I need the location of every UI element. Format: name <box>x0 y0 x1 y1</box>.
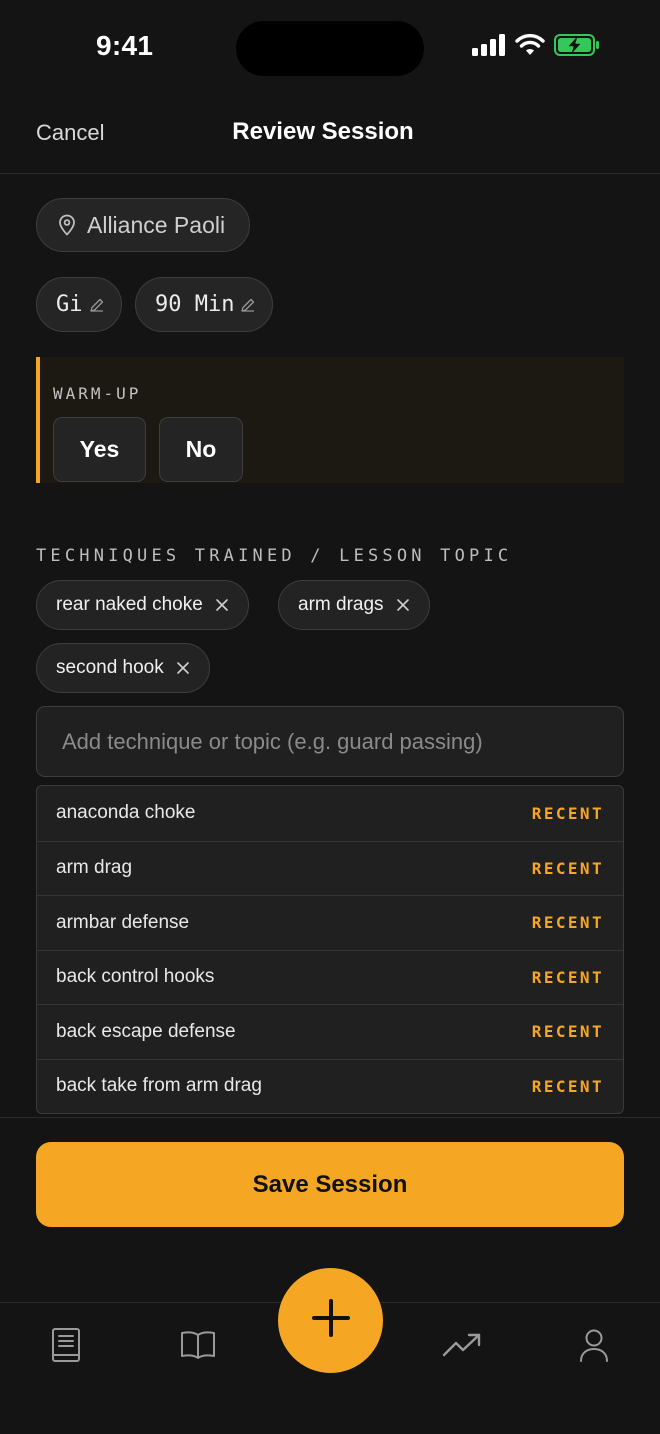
technique-chip-label: rear naked choke <box>56 594 203 615</box>
suggestion-item[interactable]: arm drag RECENT <box>37 840 623 896</box>
progress-icon <box>442 1332 482 1363</box>
recent-tag: RECENT <box>531 913 604 933</box>
suggestion-item[interactable]: back control hooks RECENT <box>37 949 623 1005</box>
tab-journal[interactable] <box>44 1325 88 1369</box>
duration-pill[interactable]: 90 Min <box>135 277 274 332</box>
location-label: Alliance Paoli <box>87 211 226 238</box>
location-pill[interactable]: Alliance Paoli <box>36 198 251 252</box>
signal-icon <box>472 34 506 61</box>
pencil-icon <box>240 297 256 313</box>
dynamic-island <box>236 21 424 76</box>
suggestion-item[interactable]: armbar defense RECENT <box>37 895 623 950</box>
tab-profile[interactable] <box>572 1325 616 1369</box>
status-icons <box>472 34 600 61</box>
suggestion-name: back take from arm drag <box>56 1075 262 1097</box>
save-session-button[interactable]: Save Session <box>36 1142 624 1227</box>
suggestion-name: armbar defense <box>56 911 190 933</box>
remove-chip-icon[interactable] <box>215 598 229 612</box>
page-title: Review Session <box>232 118 414 145</box>
recent-tag: RECENT <box>531 1022 604 1042</box>
technique-chip: rear naked choke <box>36 580 249 630</box>
wifi-icon <box>515 34 545 61</box>
suggestion-name: arm drag <box>56 857 133 879</box>
technique-input[interactable] <box>36 706 624 777</box>
divider <box>0 1117 660 1118</box>
profile-icon <box>579 1328 609 1367</box>
add-session-button[interactable] <box>278 1268 383 1373</box>
recent-tag: RECENT <box>531 858 604 878</box>
technique-chip: second hook <box>36 643 210 693</box>
warmup-yes-button[interactable]: Yes <box>53 417 146 482</box>
tab-progress[interactable] <box>440 1325 484 1369</box>
remove-chip-icon[interactable] <box>176 661 190 675</box>
recent-tag: RECENT <box>531 967 604 987</box>
duration-label: 90 Min <box>155 292 235 317</box>
nav-header: Cancel Review Session <box>0 96 660 174</box>
journal-icon <box>51 1327 81 1368</box>
location-pin-icon <box>57 214 77 236</box>
pencil-icon <box>89 297 105 313</box>
suggestion-name: back escape defense <box>56 1020 236 1042</box>
suggestion-item[interactable]: back take from arm drag RECENT <box>37 1058 623 1114</box>
library-icon <box>180 1329 216 1366</box>
suggestion-item[interactable]: anaconda choke RECENT <box>37 786 623 841</box>
recent-tag: RECENT <box>531 803 604 823</box>
tab-library[interactable] <box>176 1325 220 1369</box>
session-type-label: Gi <box>56 292 83 317</box>
add-icon <box>311 1298 351 1343</box>
technique-chip: arm drags <box>278 580 430 630</box>
warmup-label: WARM-UP <box>53 384 142 403</box>
suggestion-name: anaconda choke <box>56 802 196 824</box>
warmup-no-button[interactable]: No <box>159 417 243 482</box>
suggestion-item[interactable]: back escape defense RECENT <box>37 1004 623 1059</box>
suggestions-list: anaconda choke RECENT arm drag RECENT ar… <box>36 785 624 1114</box>
suggestion-name: back control hooks <box>56 966 215 988</box>
remove-chip-icon[interactable] <box>396 598 410 612</box>
session-type-pill[interactable]: Gi <box>36 277 122 332</box>
status-time: 9:41 <box>96 30 154 61</box>
battery-charging-icon <box>554 34 600 61</box>
technique-chip-label: second hook <box>56 657 164 678</box>
recent-tag: RECENT <box>531 1076 604 1096</box>
status-bar: 9:41 <box>0 0 660 96</box>
warmup-section: WARM-UP Yes No <box>36 357 624 483</box>
technique-chip-label: arm drags <box>298 594 384 615</box>
techniques-label: TECHNIQUES TRAINED / LESSON TOPIC <box>36 546 513 566</box>
